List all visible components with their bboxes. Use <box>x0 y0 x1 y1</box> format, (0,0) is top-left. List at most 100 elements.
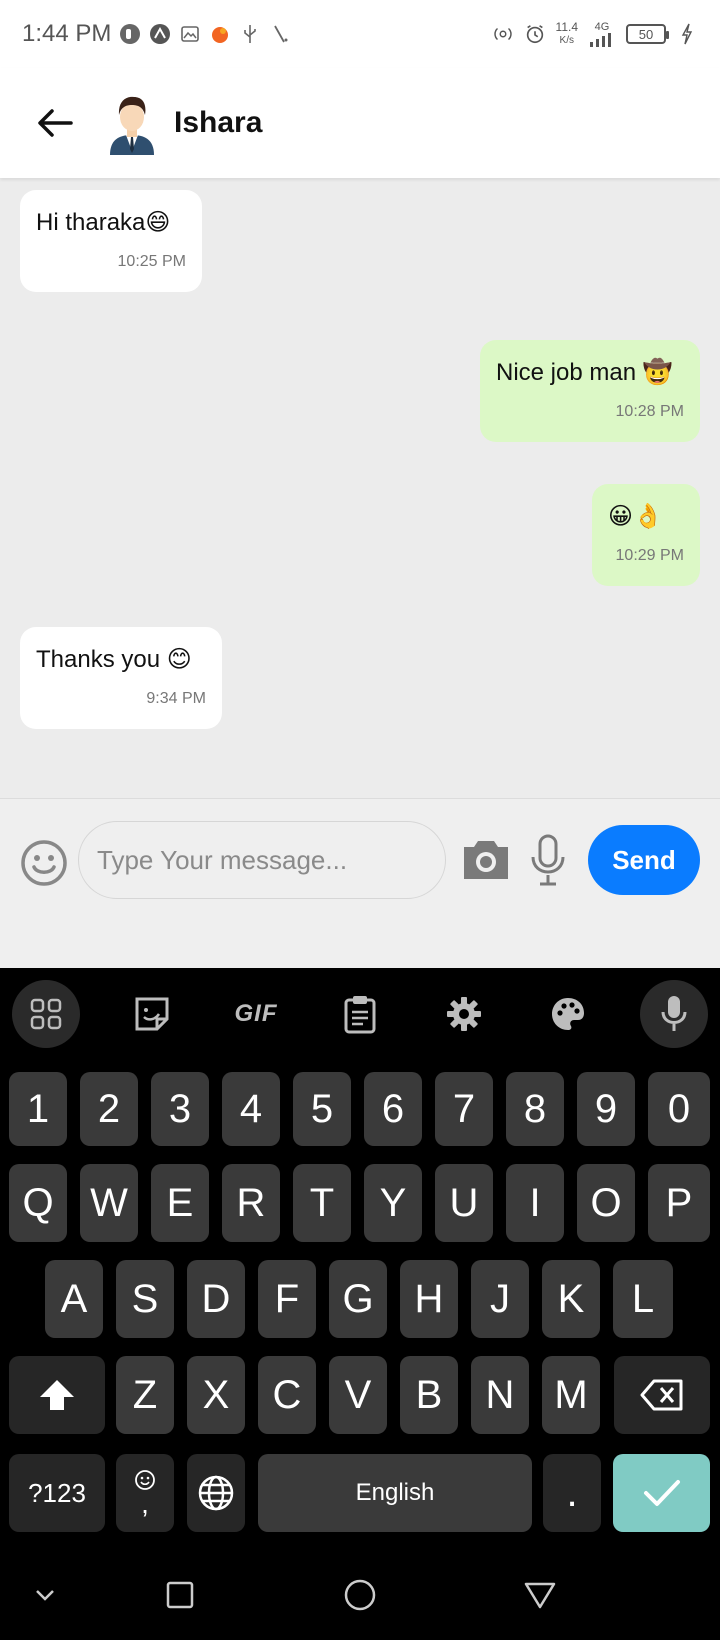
key-9[interactable]: 9 <box>577 1072 635 1146</box>
key-8[interactable]: 8 <box>506 1072 564 1146</box>
key-q[interactable]: Q <box>9 1164 67 1242</box>
avatar[interactable] <box>104 91 160 155</box>
camera-icon <box>464 841 508 879</box>
voice-input-button[interactable] <box>640 980 708 1048</box>
smiley-icon <box>21 840 67 886</box>
key-t[interactable]: T <box>293 1164 351 1242</box>
system-icons: 11.4 K/s 4G 50 <box>492 21 698 47</box>
message-text: Nice job man 🤠 <box>496 359 673 386</box>
sticker-icon <box>135 997 169 1031</box>
message-bubble-outgoing[interactable]: Nice job man 🤠 10:28 PM <box>480 340 700 442</box>
key-j[interactable]: J <box>471 1260 529 1338</box>
key-a[interactable]: A <box>45 1260 103 1338</box>
key-l[interactable]: L <box>613 1260 673 1338</box>
grid-icon <box>30 998 62 1030</box>
emoji-button[interactable] <box>20 839 68 887</box>
key-x[interactable]: X <box>187 1356 245 1434</box>
backspace-icon <box>640 1379 683 1411</box>
keyboard-toolbar: GIF <box>0 968 720 1058</box>
key-c[interactable]: C <box>258 1356 316 1434</box>
key-g[interactable]: G <box>329 1260 387 1338</box>
backspace-key[interactable] <box>614 1356 710 1434</box>
key-k[interactable]: K <box>542 1260 600 1338</box>
gallery-icon <box>179 23 201 45</box>
key-1[interactable]: 1 <box>9 1072 67 1146</box>
key-7[interactable]: 7 <box>435 1072 493 1146</box>
period-key[interactable]: . <box>543 1454 601 1532</box>
key-3[interactable]: 3 <box>151 1072 209 1146</box>
key-5[interactable]: 5 <box>293 1072 351 1146</box>
home-button[interactable] <box>335 1570 385 1620</box>
key-d[interactable]: D <box>187 1260 245 1338</box>
charging-icon <box>676 23 698 45</box>
message-time: 10:29 PM <box>615 547 684 564</box>
space-key[interactable]: English <box>258 1454 532 1532</box>
clipboard-button[interactable] <box>326 980 394 1048</box>
battery-level: 50 <box>638 26 654 42</box>
key-6[interactable]: 6 <box>364 1072 422 1146</box>
send-button[interactable]: Send <box>588 825 700 895</box>
language-key[interactable] <box>187 1454 245 1532</box>
key-o[interactable]: O <box>577 1164 635 1242</box>
triangle-back-icon <box>524 1582 556 1609</box>
soft-keyboard: GIF 1 2 3 4 5 6 7 8 9 0 Q W E R T Y U I … <box>0 968 720 1548</box>
chat-header: Ishara <box>0 68 720 178</box>
key-e[interactable]: E <box>151 1164 209 1242</box>
message-bubble-outgoing[interactable]: 😀👌 10:29 PM <box>592 484 700 586</box>
alarm-icon <box>524 23 546 45</box>
contact-name[interactable]: Ishara <box>174 106 262 140</box>
key-u[interactable]: U <box>435 1164 493 1242</box>
key-p[interactable]: P <box>648 1164 710 1242</box>
key-b[interactable]: B <box>400 1356 458 1434</box>
microphone-icon <box>531 834 565 886</box>
enter-key[interactable] <box>613 1454 710 1532</box>
net-speed: 11.4 K/s <box>556 21 578 47</box>
key-f[interactable]: F <box>258 1260 316 1338</box>
hide-keyboard-button[interactable] <box>20 1570 70 1620</box>
apps-button[interactable] <box>12 980 80 1048</box>
theme-button[interactable] <box>534 980 602 1048</box>
key-i[interactable]: I <box>506 1164 564 1242</box>
key-w[interactable]: W <box>80 1164 138 1242</box>
key-n[interactable]: N <box>471 1356 529 1434</box>
net-speed-unit: K/s <box>559 35 574 46</box>
gif-label: GIF <box>234 1000 278 1027</box>
app-notification-icon <box>149 23 171 45</box>
palette-icon <box>552 998 584 1030</box>
key-m[interactable]: M <box>542 1356 600 1434</box>
chevron-down-icon <box>36 1590 54 1601</box>
recents-button[interactable] <box>155 1570 205 1620</box>
message-list[interactable]: Hi tharaka😄 10:25 PM Nice job man 🤠 10:2… <box>0 178 720 798</box>
shift-key[interactable] <box>9 1356 105 1434</box>
symbols-key[interactable]: ?123 <box>9 1454 105 1532</box>
back-button[interactable] <box>30 98 80 148</box>
square-icon <box>166 1581 194 1609</box>
message-time: 9:34 PM <box>146 690 206 707</box>
status-time: 1:44 PM <box>22 20 112 47</box>
back-nav-button[interactable] <box>515 1570 565 1620</box>
key-0[interactable]: 0 <box>648 1072 710 1146</box>
message-input[interactable] <box>78 821 446 899</box>
camera-button[interactable] <box>460 835 512 883</box>
key-s[interactable]: S <box>116 1260 174 1338</box>
message-bubble-incoming[interactable]: Hi tharaka😄 10:25 PM <box>20 190 202 292</box>
key-h[interactable]: H <box>400 1260 458 1338</box>
key-4[interactable]: 4 <box>222 1072 280 1146</box>
key-y[interactable]: Y <box>364 1164 422 1242</box>
net-speed-value: 11.4 <box>555 20 578 34</box>
settings-button[interactable] <box>430 980 498 1048</box>
voice-record-button[interactable] <box>528 833 568 887</box>
gif-button[interactable]: GIF <box>222 980 290 1048</box>
key-z[interactable]: Z <box>116 1356 174 1434</box>
comma-key[interactable]: , <box>116 1454 174 1532</box>
network-type: 4G <box>594 20 610 33</box>
debug-icon <box>269 23 291 45</box>
sticker-button[interactable] <box>118 980 186 1048</box>
message-bubble-incoming[interactable]: Thanks you 😊 9:34 PM <box>20 627 222 729</box>
message-time: 10:25 PM <box>117 253 186 270</box>
key-v[interactable]: V <box>329 1356 387 1434</box>
key-2[interactable]: 2 <box>80 1072 138 1146</box>
key-r[interactable]: R <box>222 1164 280 1242</box>
app-notification-icon <box>119 23 141 45</box>
message-composer: Send <box>0 798 720 968</box>
